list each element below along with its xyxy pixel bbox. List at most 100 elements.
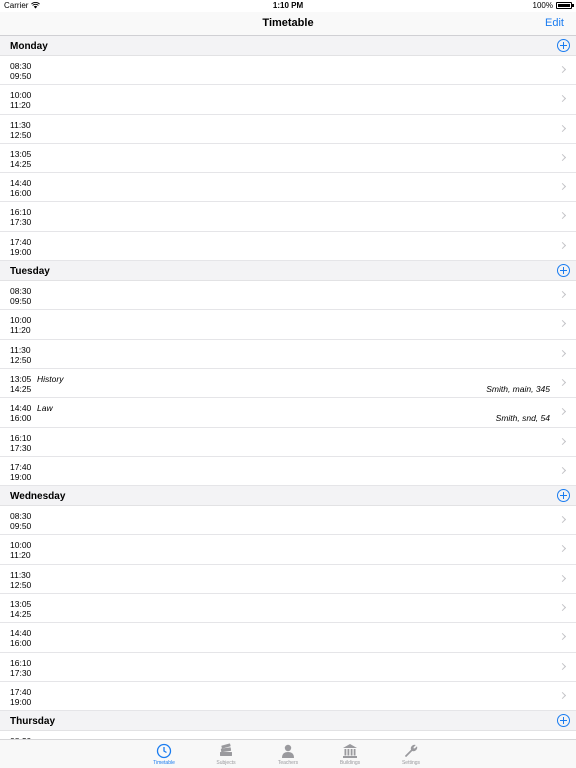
subject-name: History — [37, 373, 64, 384]
lesson-row[interactable]: 17:40 19:00 — [0, 231, 576, 262]
end-time: 16:00 — [10, 638, 32, 649]
end-time: 11:20 — [10, 550, 31, 561]
end-time: 19:00 — [10, 246, 32, 257]
start-time: 11:30 — [10, 569, 31, 580]
lesson-row[interactable]: 13:05 14:25 — [0, 594, 576, 624]
end-time: 12:50 — [10, 129, 32, 140]
day-title: Thursday — [10, 716, 56, 728]
start-time: 13:05 — [10, 599, 32, 610]
lesson-row[interactable]: 10:00 11:20 — [0, 310, 576, 340]
add-lesson-icon[interactable] — [557, 714, 570, 728]
lesson-row[interactable]: 14:40 16:00 — [0, 173, 576, 203]
end-time: 09:50 — [10, 71, 32, 81]
start-time: 17:40 — [10, 236, 32, 247]
start-time: 14:40 — [10, 403, 32, 414]
start-time: 14:40 — [10, 628, 32, 639]
tab-settings[interactable]: Settings — [391, 741, 431, 768]
start-time: 13:05 — [10, 373, 32, 384]
chevron-right-icon — [558, 662, 567, 670]
end-time: 17:30 — [10, 442, 32, 453]
lesson-row[interactable]: 17:40 19:00 — [0, 681, 576, 712]
end-time: 09:50 — [10, 521, 32, 532]
teacher-room: Smith, snd, 54 — [495, 413, 550, 424]
end-time: 16:00 — [10, 188, 32, 199]
timetable-list[interactable]: Monday 08:30 09:50 10:00 11:20 11:30 12:50 13:0… — [0, 36, 576, 739]
add-lesson-icon[interactable] — [557, 39, 570, 52]
lesson-row[interactable]: 16:10 17:30 — [0, 202, 576, 232]
section-header: Tuesday — [0, 261, 576, 282]
chevron-right-icon — [558, 378, 567, 387]
start-time: 11:30 — [10, 119, 31, 130]
start-time: 16:10 — [10, 207, 32, 218]
lesson-row[interactable]: 08:30 09:50 — [0, 281, 576, 311]
edit-button[interactable]: Edit — [545, 17, 564, 29]
day-section-thursday: Thursday 08:30 — [0, 711, 576, 739]
books-icon — [218, 743, 234, 759]
end-time: 12:50 — [10, 579, 32, 590]
add-lesson-icon[interactable] — [557, 264, 570, 278]
battery-icon — [556, 2, 574, 9]
chevron-right-icon — [558, 320, 567, 328]
section-header: Monday — [0, 36, 576, 56]
day-title: Tuesday — [10, 266, 50, 278]
tab-timetable[interactable]: Timetable — [144, 741, 184, 768]
building-icon — [342, 743, 358, 759]
start-time: 08:30 — [10, 511, 32, 522]
tab-label: Timetable — [153, 760, 175, 766]
chevron-right-icon — [558, 212, 567, 220]
lesson-row[interactable]: 16:10 17:30 — [0, 652, 576, 682]
start-time: 08:30 — [10, 61, 32, 71]
end-time: 17:30 — [10, 217, 32, 228]
end-time: 19:00 — [10, 471, 32, 482]
day-section-monday: Monday 08:30 09:50 10:00 11:20 11:30 12:50 13:0… — [0, 36, 576, 262]
person-icon — [280, 743, 296, 759]
add-lesson-icon[interactable] — [557, 489, 570, 503]
lesson-row[interactable]: 11:30 12:50 — [0, 114, 576, 144]
tab-teachers[interactable]: Teachers — [268, 741, 308, 768]
lesson-row[interactable]: 08:30 — [0, 731, 576, 739]
tab-bar: Timetable Subjects Teachers Buildings Settin… — [0, 739, 576, 768]
start-time: 14:40 — [10, 178, 32, 189]
status-time: 1:10 PM — [272, 1, 304, 10]
end-time: 12:50 — [10, 354, 32, 365]
lesson-row[interactable]: 17:40 19:00 — [0, 456, 576, 487]
start-time: 17:40 — [10, 686, 32, 697]
chevron-right-icon — [558, 691, 567, 699]
lesson-row[interactable]: 08:30 09:50 — [0, 506, 576, 536]
lesson-row[interactable]: 11:30 12:50 — [0, 564, 576, 595]
tab-subjects[interactable]: Subjects — [206, 741, 246, 768]
lesson-row[interactable]: 08:30 09:50 — [0, 56, 576, 86]
lesson-row[interactable]: 16:10 17:30 — [0, 427, 576, 457]
battery-percent: 100% — [532, 1, 553, 10]
lesson-row[interactable]: 14:40 16:00 Law Smith, snd, 54 — [0, 398, 576, 428]
chevron-right-icon — [558, 349, 567, 357]
lesson-row[interactable]: 10:00 11:20 — [0, 85, 576, 115]
lesson-row[interactable]: 10:00 11:20 — [0, 535, 576, 565]
end-time: 19:00 — [10, 696, 32, 707]
tab-label: Subjects — [216, 760, 236, 766]
tab-label: Buildings — [339, 760, 361, 766]
wrench-icon — [403, 743, 419, 759]
day-title: Monday — [10, 41, 48, 52]
lesson-row[interactable]: 13:05 14:25 History Smith, main, 345 — [0, 368, 576, 399]
chevron-right-icon — [558, 291, 567, 299]
chevron-right-icon — [558, 574, 567, 582]
chevron-right-icon — [558, 65, 567, 74]
chevron-right-icon — [558, 516, 567, 524]
chevron-right-icon — [558, 466, 567, 474]
start-time: 17:40 — [10, 461, 32, 472]
tab-label: Settings — [401, 760, 421, 766]
day-section-wednesday: Wednesday 08:30 09:50 10:00 11:20 11:30 12:50 1… — [0, 486, 576, 712]
lesson-row[interactable]: 14:40 16:00 — [0, 623, 576, 653]
start-time: 11:30 — [10, 344, 31, 355]
battery-fill — [558, 4, 570, 7]
tab-label: Teachers — [277, 760, 299, 766]
tab-buildings[interactable]: Buildings — [330, 741, 370, 768]
end-time: 14:25 — [10, 383, 32, 394]
lesson-row[interactable]: 13:05 14:25 — [0, 143, 576, 174]
section-header: Thursday — [0, 711, 576, 732]
lesson-row[interactable]: 11:30 12:50 — [0, 339, 576, 369]
start-time: 08:30 — [10, 286, 32, 297]
end-time: 17:30 — [10, 667, 32, 678]
start-time: 10:00 — [10, 90, 32, 101]
